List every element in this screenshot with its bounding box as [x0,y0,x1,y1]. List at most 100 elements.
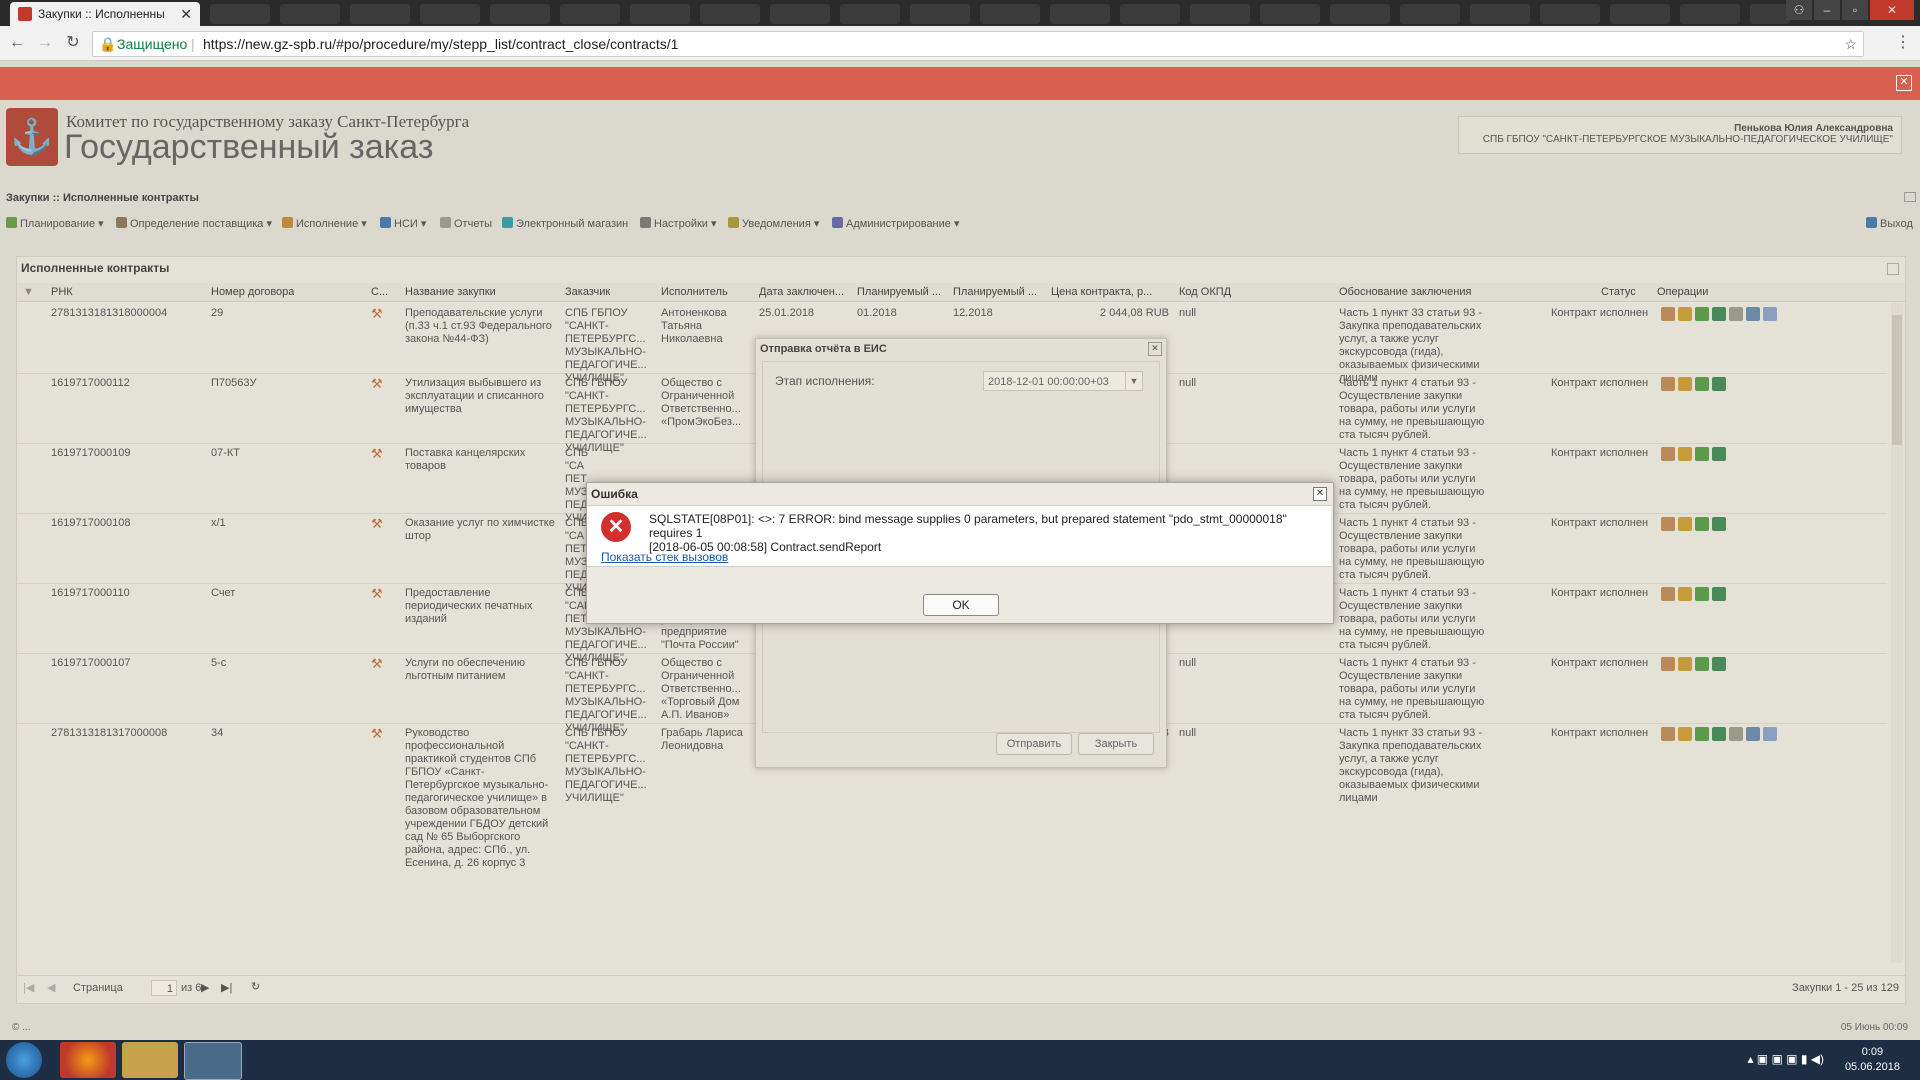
operation-icon[interactable] [1678,727,1692,741]
col-operations[interactable]: Операции [1657,286,1708,298]
menu-supplier[interactable]: Определение поставщика ▾ [116,217,272,230]
operation-icon[interactable] [1712,517,1726,531]
col-customer[interactable]: Заказчик [565,286,610,298]
show-stack-trace-link[interactable]: Показать стек вызовов [601,550,728,564]
prev-page-icon[interactable]: ◀ [47,981,55,994]
page-input[interactable]: 1 [151,980,177,996]
maximize-icon[interactable]: ▫ [1842,0,1868,20]
col-planned-end[interactable]: Планируемый ... [953,286,1041,298]
stage-select[interactable]: 2018-12-01 00:00:00+03 ▼ [983,371,1143,391]
browser-tab[interactable] [1260,4,1320,24]
chrome-icon[interactable] [184,1042,242,1080]
operation-icon[interactable] [1763,727,1777,741]
operation-icon[interactable] [1678,657,1692,671]
col-executor[interactable]: Исполнитель [661,286,728,298]
operation-icon[interactable] [1712,447,1726,461]
operation-icon[interactable] [1661,657,1675,671]
reload-icon[interactable]: ↻ [62,32,84,54]
tab-close-icon[interactable]: ✕ [180,2,192,26]
col-sign[interactable]: С... [371,286,388,298]
col-status[interactable]: Статус [1601,286,1636,298]
bookmark-star-icon[interactable]: ☆ [1844,32,1857,56]
back-icon[interactable]: ← [6,32,28,54]
col-planned-start[interactable]: Планируемый ... [857,286,945,298]
operation-icon[interactable] [1695,727,1709,741]
browser-tab[interactable] [210,4,270,24]
browser-tab[interactable] [1540,4,1600,24]
browser-tab[interactable] [1050,4,1110,24]
operation-icon[interactable] [1695,377,1709,391]
menu-nsi[interactable]: НСИ ▾ [380,217,426,230]
menu-notifications[interactable]: Уведомления ▾ [728,217,819,230]
explorer-icon[interactable] [122,1042,178,1078]
panel-tool-icon[interactable] [1887,263,1899,275]
send-button[interactable]: Отправить [996,733,1072,755]
col-purchase-name[interactable]: Название закупки [405,286,496,298]
start-button-icon[interactable] [6,1042,42,1078]
firefox-icon[interactable] [60,1042,116,1078]
url-text[interactable]: https://new.gz-spb.ru/#po/procedure/my/s… [203,32,678,56]
browser-tab[interactable] [1120,4,1180,24]
col-okpd[interactable]: Код ОКПД [1179,286,1231,298]
operation-icon[interactable] [1678,587,1692,601]
menu-settings[interactable]: Настройки ▾ [640,217,717,230]
menu-eshop[interactable]: Электронный магазин [502,217,628,230]
operation-icon[interactable] [1661,517,1675,531]
browser-tab[interactable] [980,4,1040,24]
operation-icon[interactable] [1695,587,1709,601]
next-page-icon[interactable]: ▶ [201,981,209,994]
chevron-down-icon[interactable]: ▼ [1125,372,1142,390]
close-button[interactable]: Закрыть [1078,733,1154,755]
browser-tab[interactable] [1610,4,1670,24]
operation-icon[interactable] [1712,727,1726,741]
operation-icon[interactable] [1661,447,1675,461]
user-info[interactable]: Пенькова Юлия Александровна СПБ ГБПОУ "С… [1458,116,1902,154]
browser-tab[interactable] [490,4,550,24]
refresh-icon[interactable]: ↻ [251,980,260,993]
operation-icon[interactable] [1661,587,1675,601]
browser-tab[interactable] [840,4,900,24]
operation-icon[interactable] [1729,307,1743,321]
col-conclusion-date[interactable]: Дата заключен... [759,286,847,298]
menu-execution[interactable]: Исполнение ▾ [282,217,367,230]
collapse-icon[interactable] [1904,192,1916,202]
dialog-close-icon[interactable]: ✕ [1148,342,1162,356]
browser-tab[interactable] [1190,4,1250,24]
browser-tab-active[interactable]: Закупки :: Исполненны ✕ [10,2,200,26]
window-user-icon[interactable]: ⚇ [1786,0,1812,20]
col-rnk[interactable]: РНК [51,286,73,298]
col-price[interactable]: Цена контракта, р... [1051,286,1165,298]
operation-icon[interactable] [1712,377,1726,391]
minimize-icon[interactable]: – [1814,0,1840,20]
operation-icon[interactable] [1661,727,1675,741]
browser-menu-icon[interactable]: ⋮ [1892,32,1914,54]
col-contract-number[interactable]: Номер договора [211,286,294,298]
operation-icon[interactable] [1712,307,1726,321]
browser-tab[interactable] [630,4,690,24]
ok-button[interactable]: OK [923,594,999,616]
forward-icon[interactable]: → [34,32,56,54]
browser-tab[interactable] [350,4,410,24]
browser-tab[interactable] [1330,4,1390,24]
browser-tab[interactable] [1470,4,1530,24]
menu-admin[interactable]: Администрирование ▾ [832,217,959,230]
operation-icon[interactable] [1729,727,1743,741]
browser-tab[interactable] [1750,4,1790,24]
operation-icon[interactable] [1746,727,1760,741]
browser-tab[interactable] [1400,4,1460,24]
operation-icon[interactable] [1661,377,1675,391]
error-close-icon[interactable]: ✕ [1313,487,1327,501]
logout-button[interactable]: Выход [1866,217,1913,230]
browser-tab[interactable] [280,4,340,24]
operation-icon[interactable] [1678,307,1692,321]
operation-icon[interactable] [1712,657,1726,671]
last-page-icon[interactable]: ▶| [221,981,232,994]
operation-icon[interactable] [1678,517,1692,531]
operation-icon[interactable] [1678,447,1692,461]
browser-tab[interactable] [700,4,760,24]
browser-tab[interactable] [770,4,830,24]
menu-planning[interactable]: Планирование ▾ [6,217,104,230]
close-window-icon[interactable]: ✕ [1870,0,1914,20]
filter-icon[interactable]: ▼ [23,286,34,298]
browser-tab[interactable] [910,4,970,24]
